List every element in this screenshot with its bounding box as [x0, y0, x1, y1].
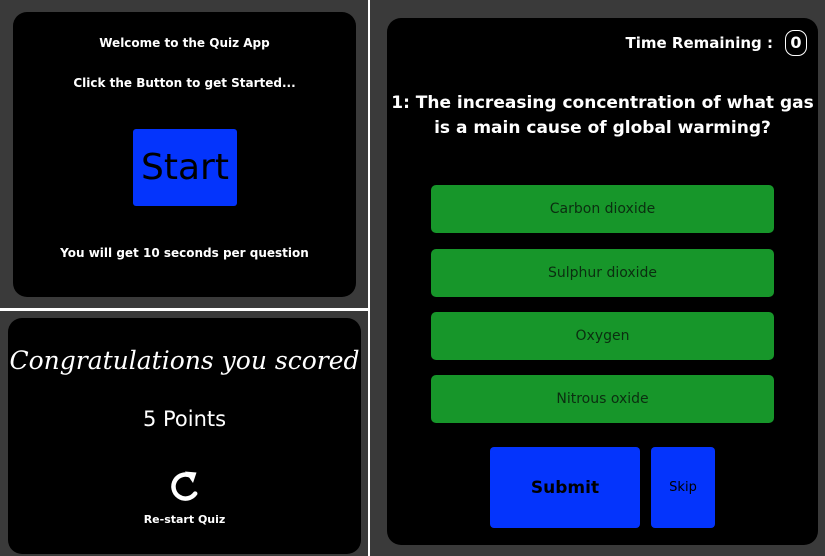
time-note: You will get 10 seconds per question — [60, 246, 309, 260]
submit-button[interactable]: Submit — [490, 447, 640, 528]
answer-option[interactable]: Carbon dioxide — [431, 185, 774, 233]
time-remaining-value: 0 — [785, 30, 807, 56]
skip-button[interactable]: Skip — [651, 447, 715, 528]
welcome-heading: Welcome to the Quiz App — [99, 36, 270, 50]
quiz-panel: Time Remaining : 0 1: The increasing con… — [387, 18, 818, 545]
answer-option[interactable]: Sulphur dioxide — [431, 249, 774, 297]
panel-divider-horizontal — [0, 308, 368, 311]
time-remaining-label: Time Remaining : — [625, 34, 773, 52]
result-panel: Congratulations you scored 5 Points Re-s… — [8, 318, 361, 554]
restart-quiz-link[interactable]: Re-start Quiz — [8, 513, 361, 526]
refresh-icon[interactable] — [166, 468, 204, 506]
start-button[interactable]: Start — [133, 129, 237, 206]
answer-option[interactable]: Oxygen — [431, 312, 774, 360]
start-instruction: Click the Button to get Started... — [73, 76, 296, 90]
answer-option[interactable]: Nitrous oxide — [431, 375, 774, 423]
congrats-heading: Congratulations you scored — [9, 346, 360, 375]
panel-divider-vertical — [368, 0, 370, 556]
score-points: 5 Points — [142, 407, 227, 431]
timer: Time Remaining : 0 — [626, 30, 807, 56]
start-panel: Welcome to the Quiz App Click the Button… — [13, 12, 356, 297]
question-text: 1: The increasing concentration of what … — [391, 93, 814, 138]
